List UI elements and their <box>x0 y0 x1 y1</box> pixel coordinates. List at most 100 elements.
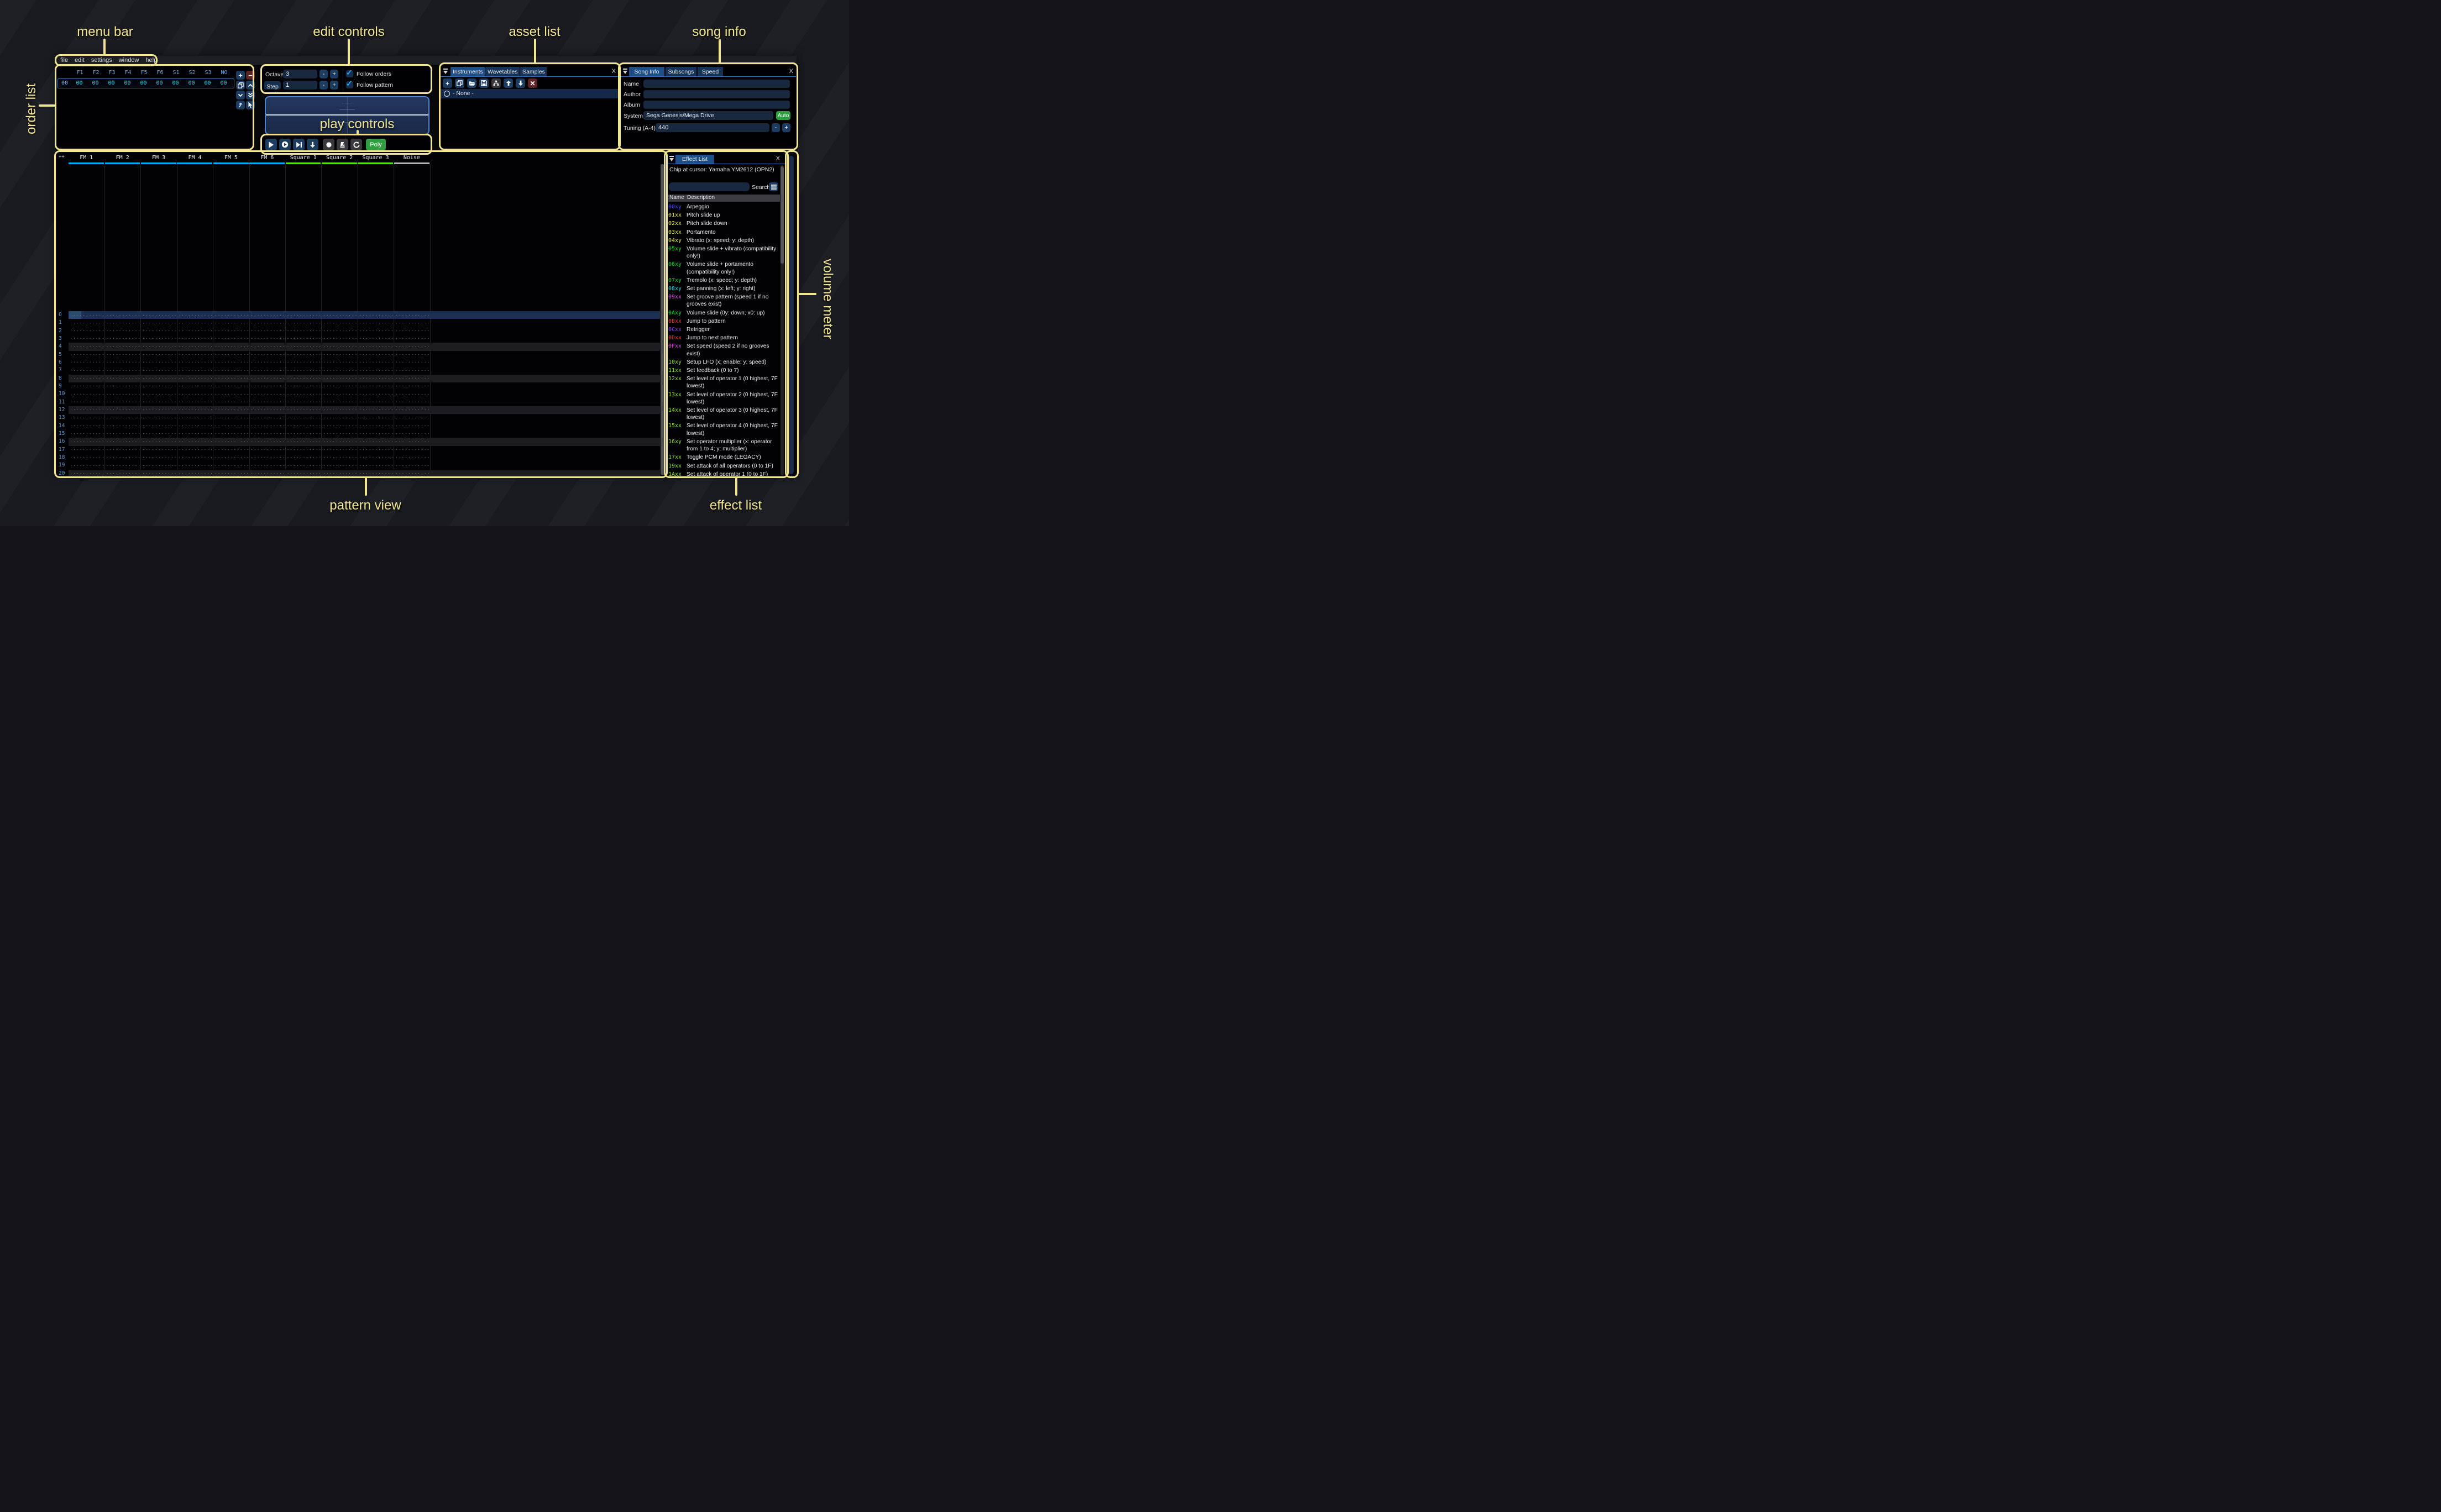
pattern-cell[interactable]: ··········· <box>179 392 213 397</box>
pattern-cell[interactable]: ··········· <box>359 321 394 326</box>
pattern-cell[interactable]: ··········· <box>395 471 430 476</box>
pattern-cell[interactable]: ··········· <box>287 448 322 452</box>
pattern-cell[interactable]: ··········· <box>214 448 249 452</box>
pattern-cell[interactable]: ··········· <box>359 455 394 460</box>
pattern-cell[interactable]: ··········· <box>70 432 105 436</box>
channel-header-fm-6[interactable]: FM 6 <box>249 155 285 161</box>
pattern-cell[interactable]: ··········· <box>214 313 249 318</box>
pattern-cell[interactable]: ··········· <box>70 392 105 397</box>
pattern-cell[interactable]: ··········· <box>395 408 430 412</box>
chevron-down-button[interactable] <box>236 91 245 99</box>
pattern-cell[interactable]: ··········· <box>70 440 105 444</box>
effect-row[interactable]: 15xxSet level of operator 4 (0 highest, … <box>668 422 780 437</box>
pattern-cell[interactable]: ··········· <box>395 329 430 333</box>
pattern-cell[interactable]: ··········· <box>323 313 358 318</box>
pattern-cell[interactable]: ··········· <box>287 408 322 412</box>
pattern-cell[interactable]: ··········· <box>359 337 394 341</box>
folder-tree-button[interactable] <box>491 78 501 88</box>
pattern-cell[interactable]: ··········· <box>214 400 249 405</box>
pattern-cell[interactable]: ··········· <box>106 400 141 405</box>
pattern-cell[interactable]: ··········· <box>142 400 177 405</box>
pattern-cell[interactable]: ··········· <box>106 345 141 349</box>
pattern-cell[interactable]: ··········· <box>395 392 430 397</box>
pattern-cell[interactable]: ··········· <box>359 369 394 373</box>
pattern-scrollbar[interactable] <box>661 164 664 475</box>
pattern-cell[interactable]: ··········· <box>359 471 394 476</box>
pattern-cell[interactable]: ··········· <box>251 392 286 397</box>
pattern-cell[interactable]: ··········· <box>179 432 213 436</box>
pattern-cell[interactable]: ··········· <box>179 360 213 365</box>
effect-row[interactable]: 02xxPitch slide down <box>668 219 780 228</box>
menu-item-settings[interactable]: settings <box>91 56 112 65</box>
pattern-cell[interactable]: ··········· <box>359 400 394 405</box>
pattern-cell[interactable]: ··········· <box>70 353 105 357</box>
pattern-cell[interactable]: ··········· <box>251 416 286 421</box>
pattern-cell[interactable]: ··········· <box>251 471 286 476</box>
pattern-row[interactable]: 12······································… <box>56 406 660 414</box>
pattern-cell[interactable]: ··········· <box>106 369 141 373</box>
pattern-cell[interactable]: ··········· <box>359 408 394 412</box>
pattern-cell[interactable]: ··········· <box>323 384 358 389</box>
pattern-cell[interactable]: ··········· <box>214 424 249 428</box>
order-cell[interactable]: 00 <box>135 79 151 88</box>
pattern-cell[interactable]: ··········· <box>142 376 177 381</box>
effect-row[interactable]: 00xyArpeggio <box>668 203 780 211</box>
pattern-cell[interactable]: ··········· <box>287 345 322 349</box>
pattern-cell[interactable]: ··········· <box>323 369 358 373</box>
pattern-cell[interactable]: ··········· <box>251 400 286 405</box>
pattern-cell[interactable]: ··········· <box>251 448 286 452</box>
effect-row[interactable]: 09xxSet groove pattern (speed 1 if no gr… <box>668 293 780 308</box>
repeat-button[interactable] <box>350 139 362 150</box>
play-pattern-button[interactable] <box>279 139 291 150</box>
pattern-row[interactable]: 5·······································… <box>56 351 660 359</box>
asset-selected-row[interactable]: - None - <box>441 89 619 98</box>
pattern-row[interactable]: 13······································… <box>56 414 660 422</box>
pattern-cell[interactable]: ··········· <box>287 400 322 405</box>
pattern-cell[interactable]: ··········· <box>251 321 286 326</box>
pattern-cell[interactable]: ··········· <box>287 471 322 476</box>
panel-menu-icon[interactable] <box>669 155 675 162</box>
order-column-header[interactable]: S3 <box>200 70 216 77</box>
down-arrow-button[interactable] <box>307 139 318 150</box>
pattern-cell[interactable]: ··········· <box>70 313 105 318</box>
pattern-cell[interactable]: ··········· <box>142 392 177 397</box>
pattern-cell[interactable]: ··········· <box>359 360 394 365</box>
pattern-cell[interactable]: ··········· <box>359 376 394 381</box>
close-icon[interactable]: X <box>776 155 780 163</box>
move-down-button[interactable] <box>516 78 525 88</box>
pattern-cell[interactable]: ··········· <box>359 448 394 452</box>
tuning-plus-button[interactable]: + <box>782 123 790 132</box>
octave-input[interactable] <box>283 70 317 78</box>
pattern-cell[interactable]: ··········· <box>70 329 105 333</box>
pattern-cell[interactable]: ··········· <box>70 464 105 468</box>
pattern-cell[interactable]: ··········· <box>395 337 430 341</box>
metronome-button[interactable] <box>337 139 348 150</box>
pattern-cell[interactable]: ··········· <box>214 369 249 373</box>
hamburger-menu-icon[interactable] <box>769 182 778 191</box>
pattern-cell[interactable]: ··········· <box>214 416 249 421</box>
pattern-cell[interactable]: ··········· <box>359 440 394 444</box>
pattern-cell[interactable]: ··········· <box>70 360 105 365</box>
pattern-cell[interactable]: ··········· <box>214 353 249 357</box>
tab-speed[interactable]: Speed <box>698 67 723 76</box>
pattern-cell[interactable]: ··········· <box>395 345 430 349</box>
pattern-row[interactable]: 10······································… <box>56 390 660 398</box>
channel-header-fm-2[interactable]: FM 2 <box>104 155 140 161</box>
pattern-row[interactable]: 18······································… <box>56 454 660 461</box>
pattern-cell[interactable]: ··········· <box>323 471 358 476</box>
pattern-cell[interactable]: ··········· <box>70 455 105 460</box>
pattern-cell[interactable]: ··········· <box>179 376 213 381</box>
order-cell[interactable]: 00 <box>167 79 184 88</box>
cursor-button[interactable] <box>246 101 255 109</box>
pattern-cell[interactable]: ··········· <box>106 337 141 341</box>
pattern-cell[interactable]: ··········· <box>395 440 430 444</box>
pattern-cell[interactable]: ··········· <box>70 321 105 326</box>
pattern-row[interactable]: 1·······································… <box>56 319 660 327</box>
order-column-header[interactable]: S2 <box>184 70 200 77</box>
effect-row[interactable]: 0BxxJump to pattern <box>668 317 780 326</box>
pattern-cell[interactable]: ··········· <box>251 424 286 428</box>
pattern-cell[interactable]: ··········· <box>214 329 249 333</box>
pattern-cell[interactable]: ··········· <box>106 448 141 452</box>
pattern-cell[interactable]: ··········· <box>142 448 177 452</box>
pattern-cell[interactable]: ··········· <box>70 369 105 373</box>
